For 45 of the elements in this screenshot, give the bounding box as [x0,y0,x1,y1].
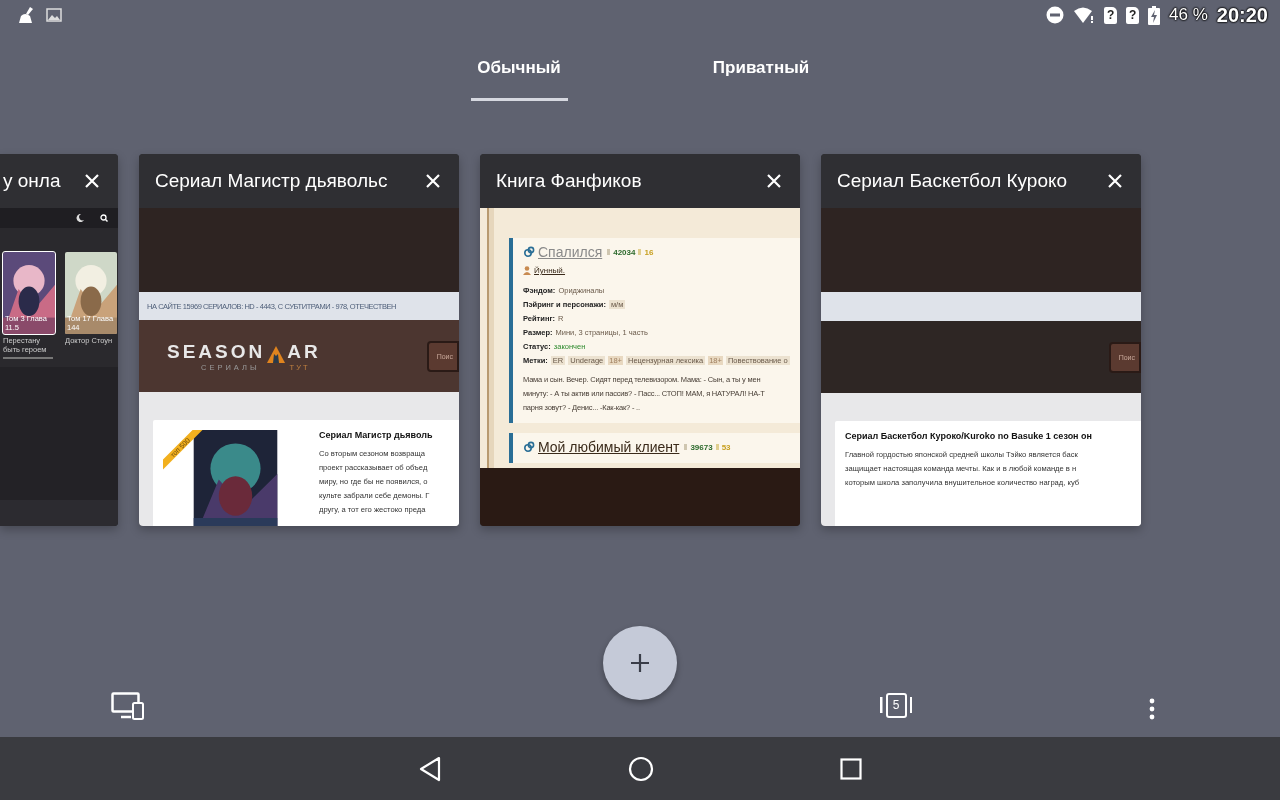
mode-tab[interactable]: Обычный [470,58,568,101]
article-title[interactable]: Сериал Магистр дьяволь [319,430,459,440]
recents-icon[interactable] [840,757,862,780]
back-icon[interactable] [418,755,442,782]
tab-card[interactable] [480,154,800,526]
like-count: 16 [644,247,654,257]
close-icon[interactable] [766,173,782,189]
sim-status-icon: ? [1126,6,1140,24]
story-link[interactable]: Спалился [538,244,603,260]
logo-text: AR [287,340,321,363]
plus-icon [630,653,650,673]
search-icon [100,214,108,222]
mode-tab[interactable]: Приватный [712,58,810,101]
tab-title: Книга Фанфиков [496,170,643,192]
close-icon[interactable] [1107,173,1123,189]
view-count: 42034 [613,247,636,257]
wifi-icon [1073,6,1096,24]
sim-status-icon: ? [1104,6,1118,24]
view-count: 39673 [690,442,713,452]
battery-percent: 46 % [1169,5,1208,25]
close-icon[interactable] [425,173,441,189]
person-icon [523,266,531,275]
tab-count-button[interactable]: 5 [880,692,912,718]
new-tab-button[interactable] [603,626,677,700]
home-icon[interactable] [628,755,654,782]
devices-icon[interactable] [111,692,145,720]
close-icon[interactable] [84,173,100,189]
article-title[interactable]: Сериал Баскетбол Куроко/Kuroko no Basuke 1 сезон он [845,431,1141,441]
author-link[interactable]: Йунный. [534,266,566,275]
logo-text: SEASON [167,340,266,363]
tab-card[interactable] [139,154,459,526]
more-icon[interactable] [1149,698,1155,720]
battery-charging-icon [1148,5,1161,25]
story-link[interactable]: Мой любимый клиент [538,439,680,455]
like-count: 53 [721,442,731,452]
broom-icon [16,6,36,24]
clock-time: 20:20 [1216,3,1268,27]
scroll-indicator [3,357,53,359]
tab-title: Сериал Магистр дьявольс [155,170,389,192]
tab-title: Сериал Баскетбол Куроко [837,170,1069,192]
tab-card[interactable] [821,154,1141,526]
do-not-disturb-icon [1046,6,1065,24]
image-icon [46,8,62,22]
tab-title: у онла [3,170,62,192]
moon-icon [76,214,84,222]
